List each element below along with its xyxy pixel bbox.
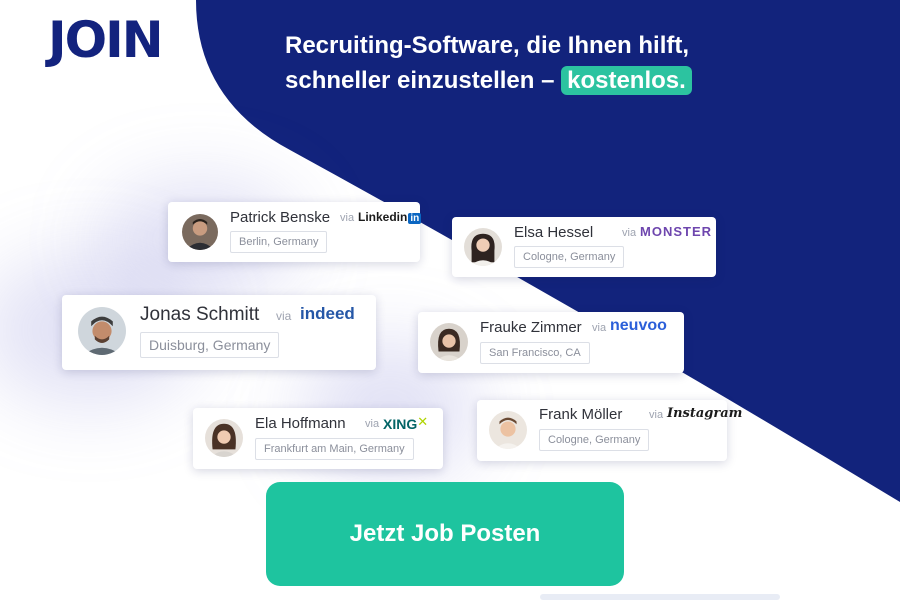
via-label: via: [622, 227, 637, 239]
monster-logo: MONSTER: [640, 224, 712, 239]
candidate-card-ela-hoffmann[interactable]: Ela Hoffmann via XING✕ Frankfurt am Main…: [193, 408, 443, 469]
headline-accent-badge: kostenlos.: [561, 66, 692, 95]
candidate-name: Ela Hoffmann: [255, 415, 346, 432]
xing-mark-icon: ✕: [417, 414, 429, 429]
via-label: via: [340, 212, 355, 224]
linkedin-logo: Linkedin in: [358, 210, 422, 224]
candidate-location: Berlin, Germany: [230, 231, 328, 253]
instagram-logo: Instagram: [667, 406, 743, 421]
candidate-location: Cologne, Germany: [539, 429, 650, 451]
xing-logo: XING✕: [383, 414, 429, 432]
candidate-avatar: [182, 214, 218, 250]
candidate-avatar: [78, 307, 126, 355]
headline-line-1: Recruiting-Software, die Ihnen hilft,: [285, 32, 690, 59]
candidate-avatar: [489, 411, 527, 449]
via-label: via: [649, 409, 664, 421]
candidate-name: Frank Möller: [539, 406, 623, 423]
candidate-avatar: [205, 419, 243, 457]
indeed-logo: indeed: [300, 304, 355, 323]
candidate-location: San Francisco, CA: [480, 342, 590, 364]
headline-line-2: schneller einzustellen – kostenlos.: [285, 63, 692, 98]
candidate-card-jonas-schmitt[interactable]: Jonas Schmitt via indeed Duisburg, Germa…: [62, 295, 376, 370]
candidate-card-patrick-benske[interactable]: Patrick Benske via Linkedin in Berlin, Ge…: [168, 202, 422, 262]
bottom-edge-bar: [540, 594, 780, 600]
candidate-name: Patrick Benske: [230, 209, 331, 226]
join-logo[interactable]: JOIN: [48, 8, 164, 72]
candidate-card-elsa-hessel[interactable]: Elsa Hessel via MONSTER Cologne, Germany: [452, 217, 716, 277]
candidate-card-frauke-zimmer[interactable]: Frauke Zimmer via neuvoo San Francisco, …: [418, 312, 684, 373]
candidate-location: Cologne, Germany: [514, 246, 625, 268]
candidate-name: Elsa Hessel: [514, 224, 594, 241]
post-job-button[interactable]: Jetzt Job Posten: [266, 482, 624, 586]
candidate-location: Duisburg, Germany: [140, 332, 280, 358]
candidate-name: Frauke Zimmer: [480, 319, 582, 336]
candidate-avatar: [464, 228, 502, 266]
via-label: via: [276, 309, 292, 323]
linkedin-badge: in: [408, 213, 422, 224]
candidate-location: Frankfurt am Main, Germany: [255, 438, 414, 460]
candidate-name: Jonas Schmitt: [140, 304, 260, 325]
neuvoo-logo: neuvoo: [610, 317, 667, 334]
headline: Recruiting-Software, die Ihnen hilft, sc…: [285, 28, 692, 98]
candidate-card-frank-moeller[interactable]: Frank Möller via Instagram Cologne, Germ…: [477, 400, 742, 461]
via-label: via: [365, 418, 380, 430]
via-label: via: [592, 322, 607, 334]
candidate-avatar: [430, 323, 468, 361]
